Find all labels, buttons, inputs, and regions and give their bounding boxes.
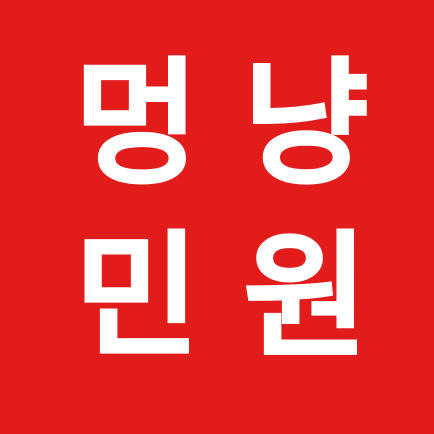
- logo-syllable-min: 민: [73, 219, 200, 377]
- logo-syllable-nyang: 냥: [242, 46, 369, 204]
- app-icon-tile: 멍 냥 민 원: [0, 0, 434, 434]
- logo-wordmark: 멍 냥 민 원: [0, 0, 434, 434]
- logo-syllable-won: 원: [242, 219, 369, 377]
- logo-syllable-meong: 멍: [73, 46, 200, 204]
